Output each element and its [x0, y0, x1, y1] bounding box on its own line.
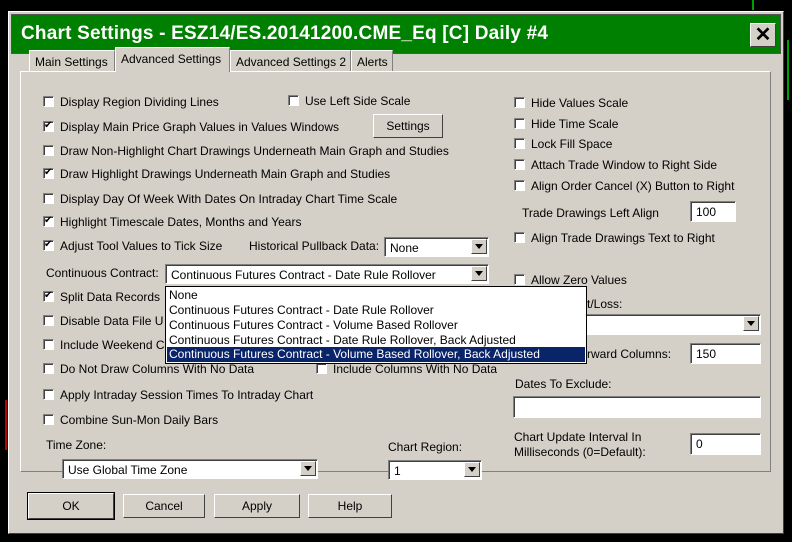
continuous-contract-value: Continuous Futures Contract - Date Rule …: [171, 268, 436, 282]
highlight-timescale-checkbox[interactable]: [43, 214, 54, 228]
chart-region-select[interactable]: 1: [388, 460, 482, 480]
hide-time-scale-checkbox[interactable]: [514, 118, 525, 129]
chevron-down-icon[interactable]: [464, 462, 480, 477]
chevron-down-icon[interactable]: [471, 239, 487, 254]
profit-loss-select[interactable]: [584, 314, 761, 335]
chart-update-interval-label-line2: Milliseconds (0=Default):: [514, 445, 646, 459]
tab-label: Advanced Settings 2: [236, 55, 347, 69]
align-order-cancel-label: Align Order Cancel (X) Button to Right: [531, 179, 735, 193]
chart-region-value: 1: [394, 464, 401, 478]
include-columns-no-data-checkbox[interactable]: [316, 363, 327, 374]
historical-pullback-value: None: [390, 241, 419, 255]
align-trade-drawings-text-checkbox[interactable]: [514, 232, 525, 243]
chart-bar-right: [787, 40, 789, 100]
display-region-dividing-lines-label: Display Region Dividing Lines: [60, 95, 219, 109]
tab-advanced-settings-2[interactable]: Advanced Settings 2: [230, 50, 351, 72]
split-data-records-label: Split Data Records: [60, 290, 161, 304]
include-columns-no-data-label: Include Columns With No Data: [333, 362, 498, 376]
include-weekend-label: Include Weekend C: [60, 338, 165, 352]
do-not-draw-columns-label: Do Not Draw Columns With No Data: [60, 362, 255, 376]
apply-button[interactable]: Apply: [214, 494, 300, 518]
display-main-price-values-label: Display Main Price Graph Values in Value…: [60, 120, 340, 134]
do-not-draw-columns-checkbox[interactable]: [43, 363, 54, 374]
trade-drawings-left-align-input[interactable]: 100: [690, 201, 736, 222]
dropdown-option-none[interactable]: None: [167, 288, 585, 303]
hide-values-scale-label: Hide Values Scale: [531, 96, 629, 110]
display-day-of-week-label: Display Day Of Week With Dates On Intrad…: [60, 192, 398, 206]
chart-bar-up: [5, 400, 7, 450]
chevron-down-icon[interactable]: [300, 461, 316, 476]
chart-update-interval-label-line1: Chart Update Interval In: [514, 430, 642, 444]
draw-highlight-label: Draw Highlight Drawings Underneath Main …: [60, 167, 391, 181]
display-day-of-week-checkbox[interactable]: [43, 193, 54, 204]
chevron-down-icon[interactable]: [743, 316, 759, 331]
help-button[interactable]: Help: [308, 494, 392, 518]
tab-advanced-settings[interactable]: Advanced Settings: [115, 47, 230, 72]
lock-fill-space-checkbox[interactable]: [514, 138, 525, 149]
combine-sun-mon-label: Combine Sun-Mon Daily Bars: [60, 413, 219, 427]
time-zone-label: Time Zone:: [46, 438, 107, 452]
include-weekend-checkbox[interactable]: [43, 339, 54, 350]
tab-label: Advanced Settings: [121, 52, 222, 66]
time-zone-value: Use Global Time Zone: [68, 463, 188, 477]
continuous-contract-dropdown-list: None Continuous Futures Contract - Date …: [165, 286, 587, 364]
tab-label: Main Settings: [35, 55, 108, 69]
dropdown-option-volume-based[interactable]: Continuous Futures Contract - Volume Bas…: [167, 318, 585, 333]
align-trade-drawings-text-label: Align Trade Drawings Text to Right: [531, 231, 715, 245]
continuous-contract-select[interactable]: Continuous Futures Contract - Date Rule …: [165, 264, 489, 284]
cancel-button[interactable]: Cancel: [123, 494, 205, 518]
time-zone-select[interactable]: Use Global Time Zone: [62, 459, 318, 479]
apply-intraday-session-checkbox[interactable]: [43, 389, 54, 400]
tab-main-settings[interactable]: Main Settings: [29, 50, 115, 72]
display-main-price-values-checkbox[interactable]: [43, 119, 54, 133]
profit-loss-label: t/Loss:: [587, 297, 623, 311]
align-order-cancel-checkbox[interactable]: [514, 180, 525, 191]
adjust-tool-values-checkbox[interactable]: [43, 238, 54, 252]
continuous-contract-label: Continuous Contract:: [46, 266, 159, 280]
use-left-side-scale-label: Use Left Side Scale: [305, 94, 411, 108]
chart-region-label: Chart Region:: [388, 440, 463, 454]
draw-highlight-checkbox[interactable]: [43, 166, 54, 180]
forward-columns-label: rward Columns:: [587, 347, 672, 361]
ok-button[interactable]: OK: [27, 492, 115, 520]
forward-columns-input[interactable]: 150: [690, 343, 761, 364]
close-button[interactable]: ✕: [750, 23, 776, 47]
chart-bar-top: [752, 0, 754, 10]
tab-alerts[interactable]: Alerts: [351, 50, 393, 72]
disable-data-file-checkbox[interactable]: [43, 315, 54, 326]
lock-fill-space-label: Lock Fill Space: [531, 137, 613, 151]
allow-zero-values-checkbox[interactable]: [514, 274, 525, 285]
display-region-dividing-lines-checkbox[interactable]: [43, 96, 54, 107]
dropdown-option-volume-based-back-adjusted[interactable]: Continuous Futures Contract - Volume Bas…: [167, 347, 585, 362]
hide-time-scale-label: Hide Time Scale: [531, 117, 619, 131]
dates-to-exclude-input[interactable]: [513, 396, 761, 418]
historical-pullback-select[interactable]: None: [384, 237, 489, 257]
adjust-tool-values-label: Adjust Tool Values to Tick Size: [60, 239, 223, 253]
draw-non-highlight-label: Draw Non-Highlight Chart Drawings Undern…: [60, 144, 449, 158]
historical-pullback-label: Historical Pullback Data:: [249, 239, 380, 253]
combine-sun-mon-checkbox[interactable]: [43, 414, 54, 425]
window-title: Chart Settings - ESZ14/ES.20141200.CME_E…: [21, 23, 549, 44]
split-data-records-checkbox[interactable]: [43, 289, 54, 303]
close-icon: ✕: [754, 24, 772, 46]
allow-zero-values-label: Allow Zero Values: [531, 273, 627, 287]
attach-trade-window-label: Attach Trade Window to Right Side: [531, 158, 718, 172]
disable-data-file-label: Disable Data File U: [60, 314, 164, 328]
dates-to-exclude-label: Dates To Exclude:: [515, 377, 612, 391]
tab-label: Alerts: [357, 55, 388, 69]
apply-intraday-session-label: Apply Intraday Session Times To Intraday…: [60, 388, 314, 402]
trade-drawings-left-align-label: Trade Drawings Left Align: [522, 206, 659, 220]
dropdown-option-date-rule-back-adjusted[interactable]: Continuous Futures Contract - Date Rule …: [167, 333, 585, 348]
highlight-timescale-label: Highlight Timescale Dates, Months and Ye…: [60, 215, 302, 229]
hide-values-scale-checkbox[interactable]: [514, 97, 525, 108]
settings-button[interactable]: Settings: [373, 114, 443, 138]
use-left-side-scale-checkbox[interactable]: [288, 95, 299, 106]
dropdown-option-date-rule[interactable]: Continuous Futures Contract - Date Rule …: [167, 303, 585, 318]
draw-non-highlight-checkbox[interactable]: [43, 145, 54, 156]
chevron-down-icon[interactable]: [471, 266, 487, 281]
attach-trade-window-checkbox[interactable]: [514, 159, 525, 170]
chart-update-interval-input[interactable]: 0: [690, 433, 761, 455]
